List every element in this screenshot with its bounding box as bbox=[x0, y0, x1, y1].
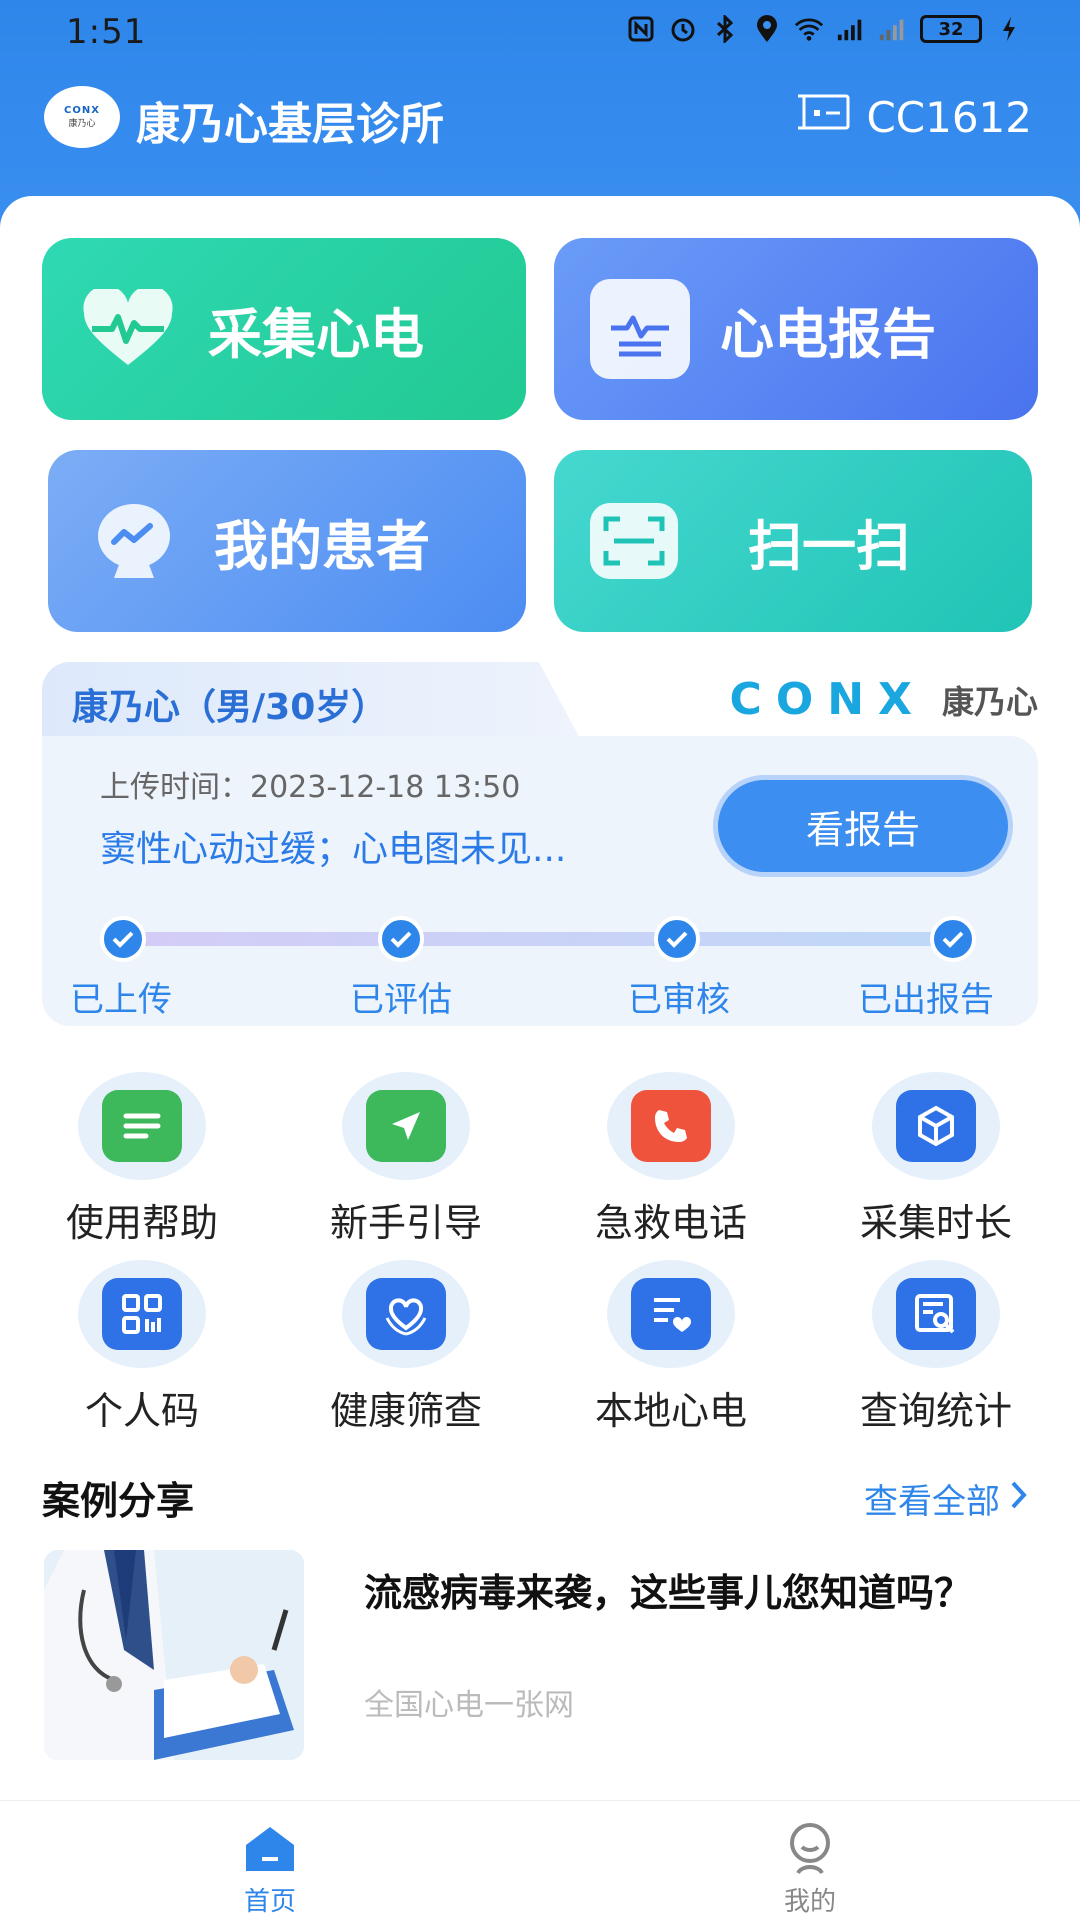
collect-ecg-button[interactable]: 采集心电 bbox=[42, 238, 526, 420]
signal-weak-icon bbox=[878, 14, 908, 44]
bluetooth-icon bbox=[710, 14, 740, 44]
grid-item-local-ecg[interactable]: 本地心电 bbox=[561, 1260, 781, 1433]
grid-label: 使用帮助 bbox=[65, 1201, 218, 1245]
grid-item-bg bbox=[342, 1072, 470, 1180]
scan-icon bbox=[590, 503, 678, 579]
see-all-link[interactable]: 查看全部 bbox=[864, 1474, 1028, 1523]
step-label-uploaded: 已上传 bbox=[70, 980, 172, 1020]
collect-ecg-label: 采集心电 bbox=[208, 302, 424, 366]
clinic-name: 康乃心基层诊所 bbox=[136, 99, 444, 150]
step-check-icon bbox=[654, 916, 700, 962]
status-icons: 32 bbox=[626, 14, 1024, 44]
grid-item-bg bbox=[607, 1260, 735, 1368]
status-bar: 1:51 32 bbox=[0, 0, 1080, 64]
chevron-right-icon bbox=[1010, 1479, 1028, 1519]
step-check-icon bbox=[378, 916, 424, 962]
step-label-reported: 已出报告 bbox=[858, 980, 994, 1020]
nav-mine-label: 我的 bbox=[783, 1887, 836, 1917]
latest-report-card[interactable]: 康乃心（男/30岁） CONX 康乃心 上传时间：2023-12-18 13:5… bbox=[42, 662, 1038, 1026]
ecg-report-button[interactable]: 心电报告 bbox=[554, 238, 1038, 420]
local-ecg-icon bbox=[631, 1278, 711, 1350]
grid-label: 健康筛查 bbox=[329, 1389, 482, 1433]
upload-time: 上传时间：2023-12-18 13:50 bbox=[100, 770, 521, 805]
grid-item-bg bbox=[342, 1260, 470, 1368]
nav-home-label: 首页 bbox=[243, 1887, 296, 1917]
signal-icon bbox=[836, 14, 866, 44]
report-card-body: 上传时间：2023-12-18 13:50 窦性心动过缓；心电图未见... 看报… bbox=[42, 736, 1038, 1026]
cube-icon bbox=[896, 1090, 976, 1162]
grid-item-help[interactable]: 使用帮助 bbox=[32, 1072, 252, 1245]
step-label-reviewed: 已审核 bbox=[628, 980, 730, 1020]
grid-label: 新手引导 bbox=[329, 1201, 482, 1245]
grid-item-bg bbox=[872, 1260, 1000, 1368]
grid-item-bg bbox=[607, 1072, 735, 1180]
patient-info: 康乃心（男/30岁） bbox=[72, 687, 388, 728]
case-source: 全国心电一张网 bbox=[364, 1688, 574, 1723]
brand-logo: CONX 康乃心 bbox=[730, 674, 1038, 725]
grid-item-bg bbox=[78, 1072, 206, 1180]
grid-item-qrcode[interactable]: 个人码 bbox=[32, 1260, 252, 1433]
brand-cn: 康乃心 bbox=[941, 682, 1038, 721]
grid-item-duration[interactable]: 采集时长 bbox=[826, 1072, 1046, 1245]
diagnosis-summary: 窦性心动过缓；心电图未见... bbox=[100, 829, 567, 870]
device-id: CC1612 bbox=[866, 92, 1032, 142]
search-report-icon bbox=[896, 1278, 976, 1350]
bottom-nav: 首页 我的 bbox=[0, 1800, 1080, 1920]
see-all-label: 查看全部 bbox=[864, 1482, 1000, 1522]
nav-mine[interactable]: 我的 bbox=[710, 1801, 910, 1920]
title-bar: CONX 康乃心 康乃心基层诊所 CC1612 bbox=[0, 82, 1080, 172]
phone-icon bbox=[631, 1090, 711, 1162]
grid-item-guide[interactable]: 新手引导 bbox=[296, 1072, 516, 1245]
heart-hand-icon bbox=[366, 1278, 446, 1350]
scan-label: 扫一扫 bbox=[748, 514, 910, 578]
charging-icon bbox=[994, 14, 1024, 44]
step-check-icon bbox=[100, 916, 146, 962]
grid-label: 本地心电 bbox=[594, 1389, 747, 1433]
grid-item-statistics[interactable]: 查询统计 bbox=[826, 1260, 1046, 1433]
progress-track bbox=[122, 932, 952, 946]
ecg-report-label: 心电报告 bbox=[720, 302, 936, 366]
help-doc-icon bbox=[102, 1090, 182, 1162]
logo-en: CONX bbox=[64, 105, 100, 116]
grid-label: 采集时长 bbox=[859, 1201, 1012, 1245]
report-chart-icon bbox=[590, 279, 690, 379]
clinic-logo: CONX 康乃心 bbox=[44, 86, 120, 148]
device-icon bbox=[796, 92, 854, 142]
grid-label: 急救电话 bbox=[594, 1201, 747, 1245]
grid-item-emergency[interactable]: 急救电话 bbox=[561, 1072, 781, 1245]
device-indicator[interactable]: CC1612 bbox=[796, 92, 1032, 142]
alarm-icon bbox=[668, 14, 698, 44]
qr-code-icon bbox=[102, 1278, 182, 1350]
case-thumbnail bbox=[44, 1550, 304, 1760]
home-icon bbox=[240, 1821, 300, 1877]
my-patients-label: 我的患者 bbox=[214, 514, 430, 578]
scan-button[interactable]: 扫一扫 bbox=[554, 450, 1032, 632]
cases-section-title: 案例分享 bbox=[42, 1479, 195, 1523]
battery-icon: 32 bbox=[920, 15, 982, 43]
view-report-button[interactable]: 看报告 bbox=[718, 780, 1008, 872]
patient-chat-icon bbox=[84, 491, 184, 591]
my-patients-button[interactable]: 我的患者 bbox=[48, 450, 526, 632]
user-icon bbox=[780, 1821, 840, 1877]
grid-item-bg bbox=[78, 1260, 206, 1368]
step-check-icon bbox=[930, 916, 976, 962]
location-icon bbox=[752, 14, 782, 44]
nfc-icon bbox=[626, 14, 656, 44]
brand-en: CONX bbox=[729, 674, 926, 725]
navigation-arrow-icon bbox=[366, 1090, 446, 1162]
grid-label: 查询统计 bbox=[859, 1389, 1012, 1433]
wifi-icon bbox=[794, 14, 824, 44]
case-title: 流感病毒来袭，这些事儿您知道吗？ bbox=[364, 1571, 973, 1615]
status-time: 1:51 bbox=[66, 12, 147, 52]
grid-label: 个人码 bbox=[84, 1389, 199, 1433]
nav-home[interactable]: 首页 bbox=[170, 1801, 370, 1920]
grid-item-screening[interactable]: 健康筛查 bbox=[296, 1260, 516, 1433]
grid-item-bg bbox=[872, 1072, 1000, 1180]
logo-cn: 康乃心 bbox=[68, 119, 96, 129]
heart-pulse-icon bbox=[78, 279, 178, 379]
step-label-evaluated: 已评估 bbox=[350, 980, 452, 1020]
